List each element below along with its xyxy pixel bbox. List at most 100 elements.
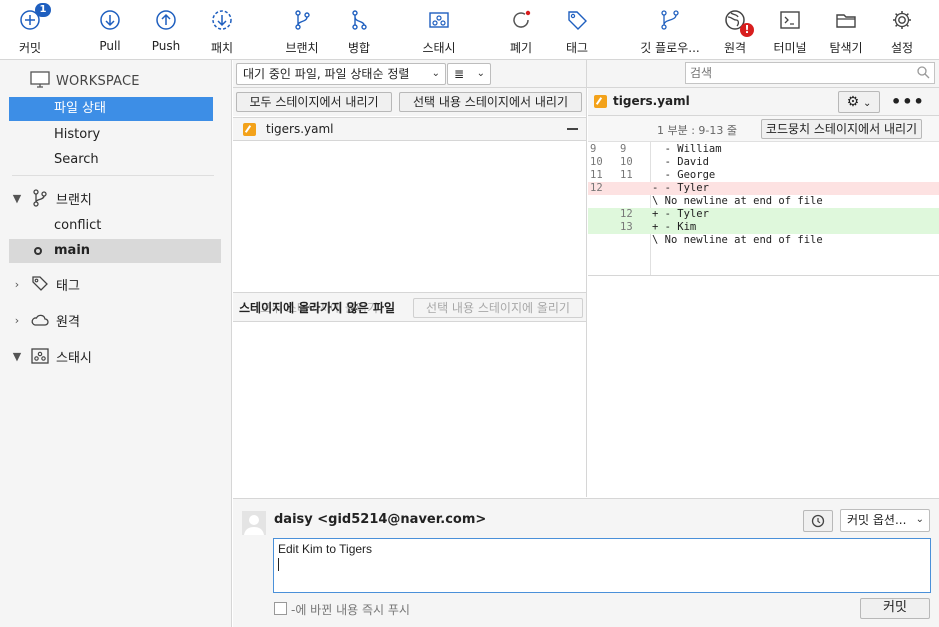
diff-line: \ No newline at end of file — [652, 195, 823, 207]
arrow-down-circle-icon — [97, 7, 123, 33]
staged-toolbar: 모두 스테이지에서 내리기 선택 내용 스테이지에서 내리기 — [233, 88, 586, 116]
chevron-down-icon: ▼ — [12, 191, 22, 205]
branch-icon — [289, 7, 315, 33]
file-modified-icon — [594, 95, 607, 108]
tag-label: 태그 — [565, 41, 589, 55]
remote-button[interactable]: ! 원격 — [705, 4, 765, 56]
stash-button[interactable]: 스태시 — [409, 4, 469, 56]
push-label: Push — [151, 39, 181, 53]
discard-icon — [508, 7, 534, 33]
branch-label: 브랜치 — [285, 41, 319, 55]
branch-button[interactable]: 브랜치 — [272, 4, 332, 56]
sidebar-branch-conflict[interactable]: conflict — [9, 214, 221, 238]
terminal-icon — [777, 7, 803, 33]
discard-label: 폐기 — [509, 41, 533, 55]
unstaged-toolbar: 모두 스테이지에 올리기 스테이지에 올라가지 않은 파일 선택 내용 스테이지… — [233, 292, 586, 322]
commit-options-dropdown[interactable]: 커밋 옵션... ⌄ — [840, 509, 930, 532]
current-branch-icon — [34, 247, 42, 255]
stage-selected-button[interactable]: 선택 내용 스테이지에 올리기 — [413, 298, 583, 318]
branch-name: main — [54, 243, 91, 258]
search-field[interactable] — [690, 63, 910, 83]
add-circle-icon: 1 — [17, 3, 51, 33]
sidebar-item-file-status[interactable]: 파일 상태 — [9, 97, 213, 121]
collapse-icon[interactable] — [567, 128, 578, 130]
fetch-button[interactable]: 패치 — [192, 4, 252, 56]
hunk-header: 1 부분 : 9-13 줄 코드뭉치 스테이지에서 내리기 — [588, 116, 939, 142]
settings-label: 설정 — [890, 41, 914, 55]
remote-error-badge: ! — [740, 23, 754, 37]
merge-label: 병합 — [347, 41, 371, 55]
gear-icon: ⚙ — [846, 94, 860, 110]
diff-options-button[interactable]: ⚙ ⌄ — [838, 91, 880, 113]
commit-toolbar-button[interactable]: 1 커밋 — [0, 3, 60, 56]
commit-button[interactable]: 커밋 — [860, 598, 930, 619]
pull-label: Pull — [99, 39, 121, 53]
discard-button[interactable]: 폐기 — [491, 4, 551, 56]
workspace-label: WORKSPACE — [56, 73, 140, 89]
merge-button[interactable]: 병합 — [329, 4, 389, 56]
sidebar-section-stashes[interactable]: ▼ 스태시 — [10, 344, 92, 368]
diff-divider — [588, 275, 939, 276]
push-immediately-checkbox[interactable] — [274, 602, 287, 615]
stash-icon — [28, 345, 52, 367]
sidebar-section-label: 스태시 — [56, 350, 92, 366]
fetch-icon — [209, 7, 235, 33]
chevron-right-icon: › — [14, 277, 20, 291]
tag-button[interactable]: 태그 — [547, 4, 607, 56]
remote-label: 원격 — [723, 41, 747, 55]
sidebar-section-label: 원격 — [56, 314, 80, 330]
chevron-down-icon: ⌄ — [915, 514, 924, 525]
sidebar-section-tags[interactable]: › 태그 — [10, 272, 80, 296]
monitor-icon — [30, 70, 50, 92]
commit-toolbar-label: 커밋 — [18, 41, 42, 55]
commit-options-label: 커밋 옵션... — [847, 513, 907, 527]
commit-author: daisy <gid5214@naver.com> — [274, 512, 487, 527]
git-flow-button[interactable]: 깃 플로우... — [640, 4, 700, 56]
branch-icon — [28, 187, 52, 209]
git-flow-icon — [657, 7, 683, 33]
stash-icon — [426, 7, 452, 33]
sidebar-section-branches[interactable]: ▼ 브랜치 — [10, 186, 92, 210]
push-button[interactable]: Push — [136, 4, 196, 56]
sidebar-divider — [12, 175, 214, 176]
arrow-up-circle-icon — [153, 7, 179, 33]
pull-button[interactable]: Pull — [80, 4, 140, 56]
hunk-range: 1 부분 : 9-13 줄 — [657, 124, 738, 137]
diff-line: \ No newline at end of file — [652, 234, 823, 246]
staged-file-name: tigers.yaml — [266, 122, 334, 136]
sidebar-branch-main[interactable]: main — [9, 239, 221, 263]
merge-icon — [346, 7, 372, 33]
commit-message-input[interactable]: Edit Kim to Tigers — [273, 538, 931, 593]
chevron-right-icon: › — [14, 313, 20, 327]
tag-icon — [28, 273, 52, 295]
avatar — [242, 511, 266, 535]
unstage-all-button[interactable]: 모두 스테이지에서 내리기 — [236, 92, 392, 112]
more-options-icon[interactable]: ••• — [891, 92, 925, 111]
sidebar-section-remotes[interactable]: › 원격 — [10, 308, 80, 332]
search-input[interactable] — [685, 62, 935, 84]
commit-message-text: Edit Kim to Tigers — [278, 542, 373, 556]
sidebar-section-label: 브랜치 — [56, 192, 92, 208]
commit-panel: daisy <gid5214@naver.com> 커밋 옵션... ⌄ Edi… — [233, 498, 939, 627]
sidebar-item-history[interactable]: History — [9, 123, 213, 147]
diff-header: tigers.yaml ⚙ ⌄ ••• — [588, 88, 939, 116]
unstage-selected-button[interactable]: 선택 내용 스테이지에서 내리기 — [399, 92, 582, 112]
chevron-down-icon: ⌄ — [863, 98, 872, 109]
unstaged-files-header: 스테이지에 올라가지 않은 파일 — [239, 301, 396, 315]
staged-file-row[interactable]: tigers.yaml — [233, 117, 586, 141]
terminal-label: 터미널 — [773, 41, 807, 55]
settings-button[interactable]: 설정 — [872, 4, 932, 56]
diff-file-name: tigers.yaml — [613, 94, 690, 108]
git-flow-label: 깃 플로우... — [640, 41, 700, 55]
terminal-button[interactable]: 터미널 — [760, 4, 820, 56]
unstage-hunk-button[interactable]: 코드뭉치 스테이지에서 내리기 — [761, 119, 922, 139]
cloud-icon — [28, 309, 52, 331]
commit-history-button[interactable] — [803, 510, 833, 532]
sidebar-item-search[interactable]: Search — [9, 148, 213, 172]
toolbar: 1 커밋 Pull Push 패치 브랜치 병합 스태시 폐기 태그 깃 플로우… — [0, 0, 939, 60]
diff-lines: 99 - William 10 10 - David 11 11 - George … — [588, 143, 939, 247]
diff-line-removed: 12- - Tyler — [588, 182, 939, 195]
explorer-button[interactable]: 탐색기 — [816, 4, 876, 56]
clock-icon — [811, 514, 825, 531]
file-modified-icon — [243, 123, 256, 136]
